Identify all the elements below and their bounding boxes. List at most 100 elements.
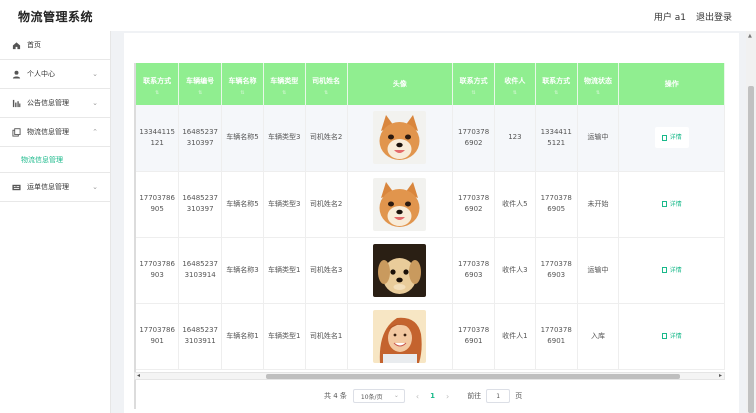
scrollbar-thumb[interactable] (748, 86, 754, 413)
vehicle-number-cell: 16485237310397 (178, 171, 223, 238)
sidebar: 首页 个人中心 ⌄ 公告信息管理 ⌄ 物流信息管理 ⌃ 物流信息管理 运单信息管… (0, 31, 111, 413)
chevron-down-icon: ⌄ (92, 70, 98, 78)
detail-button[interactable]: 详情 (654, 325, 689, 347)
recipient-cell: 123 (494, 105, 536, 172)
column-header[interactable]: 联系方式 ⇅ (535, 63, 578, 105)
sidebar-subitem-logistics-info[interactable]: 物流信息管理 (0, 147, 110, 173)
sort-icon[interactable]: ⇅ (222, 90, 263, 96)
sort-icon[interactable]: ⇅ (136, 90, 178, 96)
table-row[interactable]: 13344115121 16485237310397 车辆名称5 车辆类型3 司机姓名2… (136, 105, 725, 172)
scroll-left-icon[interactable]: ◂ (137, 372, 140, 379)
sidebar-item-personal-center[interactable]: 个人中心 ⌄ (0, 60, 110, 89)
vehicle-type-cell: 车辆类型1 (263, 237, 306, 304)
vehicle-type-cell: 车辆类型3 (263, 171, 306, 238)
recipient-cell: 收件人1 (494, 303, 536, 370)
sidebar-item-label: 首页 (27, 41, 41, 49)
home-icon (12, 41, 21, 50)
driver-name-cell: 司机姓名3 (305, 237, 348, 304)
action-cell: 详情 (618, 171, 725, 238)
column-header[interactable]: 物流状态 ⇅ (577, 63, 620, 105)
column-header[interactable]: 联系方式 ⇅ (136, 63, 180, 105)
column-header[interactable]: 车辆类型 ⇅ (263, 63, 306, 105)
table-header-row: 联系方式 ⇅ 车辆编号 ⇅ 车辆名称 ⇅ 车辆类型 ⇅ 司机姓名 ⇅ 头像 联系方式 ⇅ 收… (136, 63, 725, 105)
contact-cell: 17703786902 (452, 171, 495, 238)
vehicle-number-cell: 164852373103911 (178, 303, 223, 370)
status-cell: 运输中 (577, 237, 620, 304)
sidebar-item-waybill[interactable]: 运单信息管理 ⌄ (0, 173, 110, 202)
detail-button[interactable]: 详情 (654, 259, 689, 281)
vehicle-name-cell: 车辆名称1 (221, 303, 264, 370)
bar-chart-icon (12, 99, 21, 108)
table-row[interactable]: 17703786903 164852373103914 车辆名称3 车辆类型1 司机姓名… (136, 237, 725, 304)
vehicle-type-cell: 车辆类型3 (263, 105, 306, 172)
recipient-phone-cell: 13344115121 (535, 105, 578, 172)
app-title: 物流管理系统 (18, 10, 94, 24)
vehicle-name-cell: 车辆名称5 (221, 105, 264, 172)
sort-icon[interactable]: ⇅ (578, 90, 619, 96)
vehicle-type-cell: 车辆类型1 (263, 303, 306, 370)
avatar (373, 243, 427, 297)
chevron-up-icon: ⌃ (92, 128, 98, 136)
user-label: 用户 a1 (653, 13, 686, 23)
vehicle-number-cell: 164852373103914 (178, 237, 223, 304)
data-table: 联系方式 ⇅ 车辆编号 ⇅ 车辆名称 ⇅ 车辆类型 ⇅ 司机姓名 ⇅ 头像 联系方式 ⇅ 收… (136, 63, 725, 370)
page-number[interactable]: 1 (430, 392, 435, 400)
top-bar: 物流管理系统 用户 a1 退出登录 (0, 0, 756, 31)
table-row[interactable]: 17703786901 164852373103911 车辆名称1 车辆类型1 司机姓名… (136, 303, 725, 370)
horizontal-scrollbar[interactable]: ◂ ▸ (134, 372, 725, 380)
contact-cell: 17703786901 (452, 303, 495, 370)
sort-icon[interactable]: ⇅ (453, 90, 494, 96)
scroll-right-icon[interactable]: ▸ (719, 372, 722, 379)
page-unit-label: 页 (515, 392, 523, 400)
sidebar-item-home[interactable]: 首页 (0, 31, 110, 60)
recipient-phone-cell: 17703786901 (535, 303, 578, 370)
sidebar-item-logistics[interactable]: 物流信息管理 ⌃ (0, 118, 110, 147)
column-header[interactable]: 联系方式 ⇅ (452, 63, 495, 105)
detail-button[interactable]: 详情 (654, 193, 689, 215)
chevron-down-icon: ⌄ (92, 99, 98, 107)
vehicle-name-cell: 车辆名称3 (221, 237, 264, 304)
sidebar-item-label: 运单信息管理 (27, 183, 69, 191)
table-row[interactable]: 17703786905 16485237310397 车辆名称5 车辆类型3 司机姓名2… (136, 171, 725, 238)
column-header[interactable]: 收件人 ⇅ (494, 63, 536, 105)
avatar-cell (347, 303, 454, 370)
contact-cell: 17703786903 (452, 237, 495, 304)
detail-button[interactable]: 详情 (654, 127, 689, 149)
sort-icon[interactable]: ⇅ (495, 90, 535, 96)
action-cell: 详情 (618, 237, 725, 304)
vehicle-name-cell: 车辆名称5 (221, 171, 264, 238)
driver-name-cell: 司机姓名2 (305, 105, 348, 172)
scroll-up-icon[interactable]: ▲ (748, 33, 752, 39)
phone-cell: 17703786903 (136, 237, 180, 304)
logout-link[interactable]: 退出登录 (696, 10, 732, 23)
goto-page-input[interactable]: 1 (486, 389, 511, 403)
column-header[interactable]: 车辆名称 ⇅ (221, 63, 264, 105)
status-cell: 未开始 (577, 171, 620, 238)
document-icon (661, 333, 667, 339)
next-page-button[interactable]: › (446, 392, 449, 401)
scrollbar-thumb[interactable] (266, 374, 680, 379)
column-header: 头像 (347, 63, 454, 105)
prev-page-button[interactable]: ‹ (416, 392, 419, 401)
sidebar-item-label: 公告信息管理 (27, 99, 69, 107)
sort-icon[interactable]: ⇅ (306, 90, 347, 96)
page-size-select[interactable]: 10条/页 ⌄ (352, 389, 405, 403)
action-cell: 详情 (618, 303, 725, 370)
vertical-scrollbar[interactable]: ▲ (746, 31, 756, 413)
avatar (373, 309, 427, 363)
phone-cell: 17703786905 (136, 171, 180, 238)
sort-icon[interactable]: ⇅ (536, 90, 577, 96)
chevron-down-icon: ⌄ (92, 183, 98, 191)
logistics-table: 联系方式 ⇅ 车辆编号 ⇅ 车辆名称 ⇅ 车辆类型 ⇅ 司机姓名 ⇅ 头像 联系方式 ⇅ 收… (134, 63, 725, 409)
sidebar-item-announcement[interactable]: 公告信息管理 ⌄ (0, 89, 110, 118)
avatar (373, 111, 427, 165)
recipient-phone-cell: 17703786905 (535, 171, 578, 238)
tickets-icon (12, 183, 21, 192)
column-header[interactable]: 车辆编号 ⇅ (178, 63, 223, 105)
sort-icon[interactable]: ⇅ (264, 90, 305, 96)
column-header[interactable]: 司机姓名 ⇅ (305, 63, 348, 105)
sort-icon[interactable]: ⇅ (179, 90, 221, 96)
avatar-cell (347, 105, 454, 172)
status-cell: 运输中 (577, 105, 620, 172)
chevron-down-icon: ⌄ (393, 392, 399, 399)
